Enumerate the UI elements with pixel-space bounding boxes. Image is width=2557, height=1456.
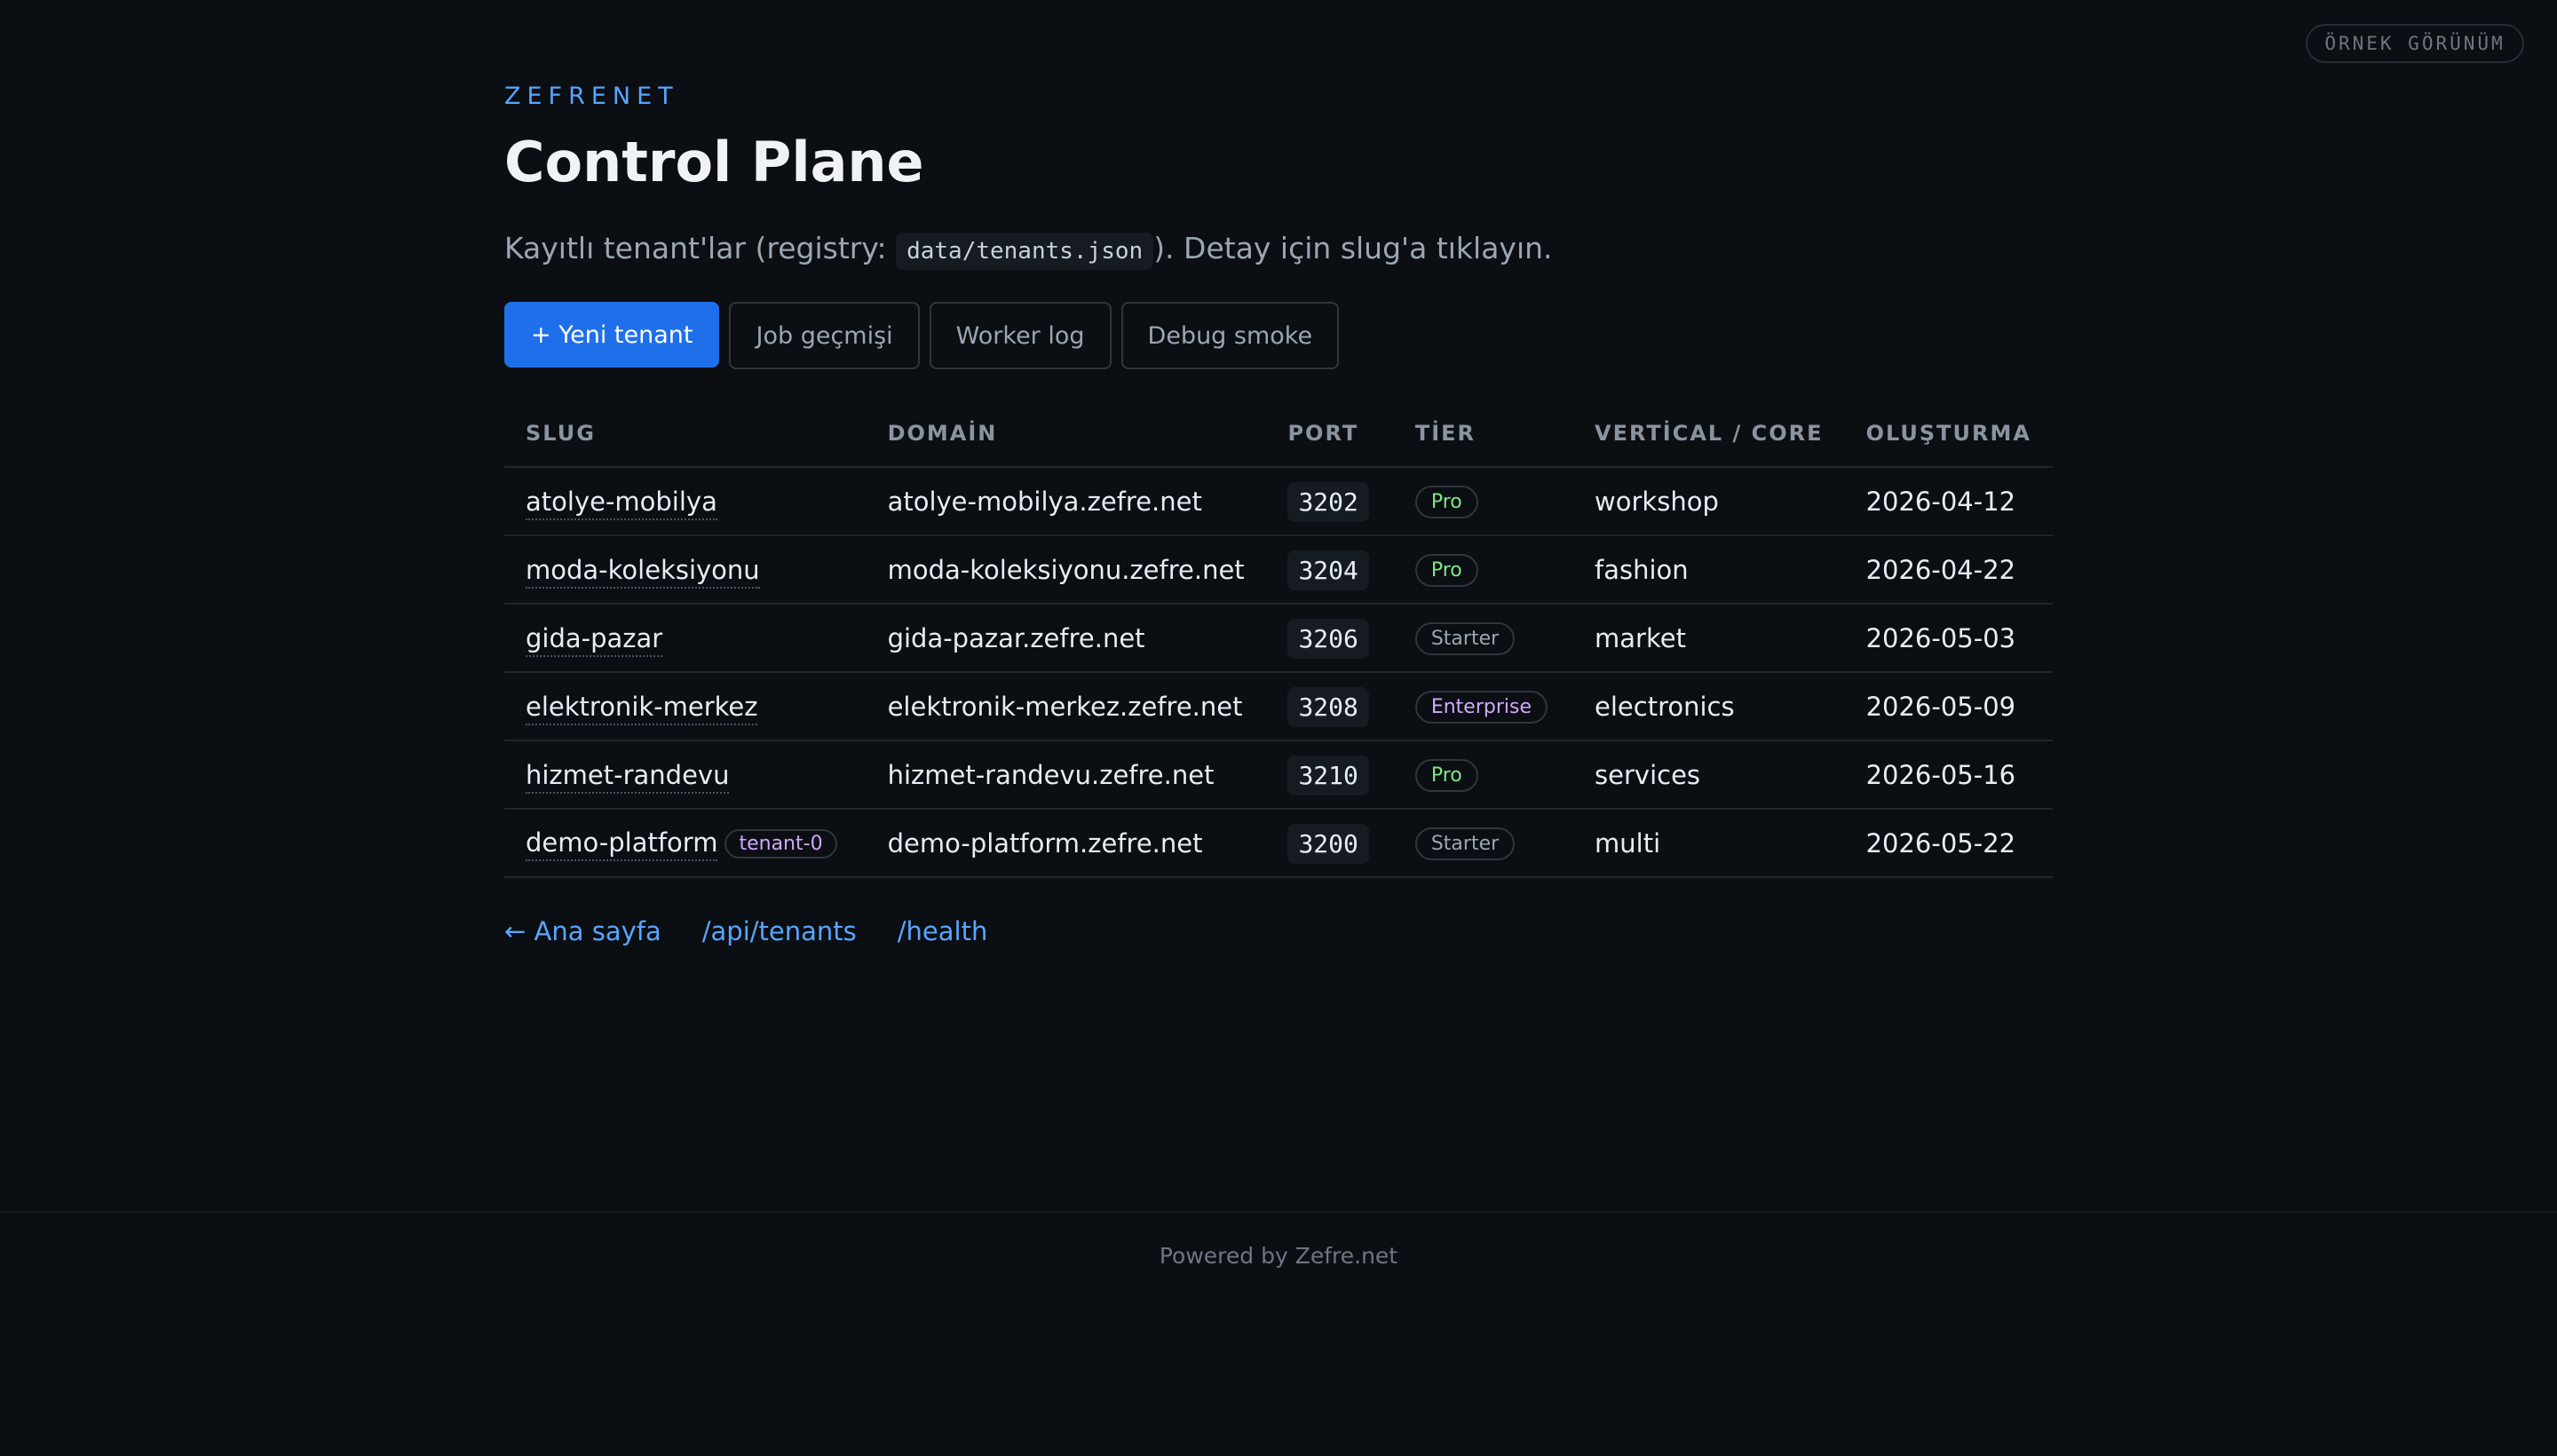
tenant-slug-link[interactable]: elektronik-merkez [526,691,758,725]
job-history-button[interactable]: Job geçmişi [729,302,920,369]
worker-log-button[interactable]: Worker log [929,302,1112,369]
registry-path-code: data/tenants.json [896,233,1154,270]
tier-badge: Pro [1414,759,1478,792]
table-row: atolye-mobilya atolye-mobilya.zefre.net … [504,467,2053,536]
subtitle-prefix: Kayıtlı tenant'lar (registry: [504,231,897,265]
tenant-domain: moda-koleksiyonu.zefre.net [866,535,1267,605]
tenant-domain: atolye-mobilya.zefre.net [866,467,1267,536]
tier-badge: Starter [1414,827,1516,860]
tenant-domain: gida-pazar.zefre.net [866,604,1267,673]
debug-smoke-button[interactable]: Debug smoke [1120,302,1340,369]
footer-links: ← Ana sayfa /api/tenants /health [504,916,987,946]
tenant-slug-link[interactable]: hizmet-randevu [526,759,730,794]
column-header-domain: DOMAİN [866,400,1267,468]
tenant-port: 3206 [1287,618,1369,659]
tenant-domain: demo-platform.zefre.net [866,809,1267,878]
tenant-slug-link[interactable]: moda-koleksiyonu [526,554,760,589]
tenant-port: 3208 [1287,686,1369,727]
sample-view-badge: ÖRNEK GÖRÜNÜM [2306,24,2524,63]
tenant-zero-badge: tenant-0 [724,829,837,859]
table-row: elektronik-merkez elektronik-merkez.zefr… [504,672,2053,741]
tenant-vertical: services [1573,740,1845,810]
tenant-created-date: 2026-05-16 [1844,740,2053,810]
table-header-row: SLUG DOMAİN PORT TİER VERTİCAL / CORE OL… [504,400,2053,468]
tenant-created-date: 2026-05-22 [1844,809,2053,878]
tenant-created-date: 2026-04-12 [1844,467,2053,536]
tenant-domain: elektronik-merkez.zefre.net [866,672,1267,741]
tenant-port: 3204 [1287,550,1369,590]
tenant-slug-link[interactable]: gida-pazar [526,622,663,657]
tenant-port: 3200 [1287,823,1369,864]
tenant-slug-link[interactable]: atolye-mobilya [526,486,717,520]
toolbar: + Yeni tenant Job geçmişi Worker log Deb… [504,302,1340,369]
tenant-vertical: market [1573,604,1845,673]
powered-by-text: Powered by Zefre.net [1159,1243,1398,1269]
tenant-vertical: workshop [1573,467,1845,536]
column-header-tier: TİER [1393,400,1574,468]
tenants-table: SLUG DOMAİN PORT TİER VERTİCAL / CORE OL… [504,400,2053,878]
tier-badge: Enterprise [1414,691,1548,724]
column-header-slug: SLUG [504,400,867,468]
home-link[interactable]: ← Ana sayfa [504,916,661,946]
table-row: hizmet-randevu hizmet-randevu.zefre.net … [504,740,2053,810]
tenant-slug-link[interactable]: demo-platform [526,827,718,861]
column-header-vertical: VERTİCAL / CORE [1573,400,1845,468]
tenant-vertical: fashion [1573,535,1845,605]
tenant-port: 3202 [1287,481,1369,522]
subtitle-suffix: ). Detay için slug'a tıklayın. [1153,231,1553,265]
table-row: moda-koleksiyonu moda-koleksiyonu.zefre.… [504,535,2053,605]
column-header-created: OLUŞTURMA [1844,400,2053,468]
table-row: demo-platform tenant-0 demo-platform.zefr… [504,809,2053,878]
health-link[interactable]: /health [898,916,988,946]
column-header-port: PORT [1266,400,1394,468]
tier-badge: Pro [1414,554,1478,587]
page-subtitle: Kayıtlı tenant'lar (registry: data/tenan… [504,231,1553,270]
tenant-vertical: multi [1573,809,1845,878]
new-tenant-button[interactable]: + Yeni tenant [504,302,720,368]
api-tenants-link[interactable]: /api/tenants [702,916,857,946]
tenant-domain: hizmet-randevu.zefre.net [866,740,1267,810]
tenant-created-date: 2026-04-22 [1844,535,2053,605]
table-row: gida-pazar gida-pazar.zefre.net 3206 Sta… [504,604,2053,673]
tier-badge: Starter [1414,622,1516,655]
page-title: Control Plane [504,130,924,194]
tier-badge: Pro [1414,486,1478,518]
tenant-created-date: 2026-05-09 [1844,672,2053,741]
tenant-created-date: 2026-05-03 [1844,604,2053,673]
tenant-vertical: electronics [1573,672,1845,741]
tenant-port: 3210 [1287,755,1369,795]
brand-label: ZEFRENET [504,83,679,110]
